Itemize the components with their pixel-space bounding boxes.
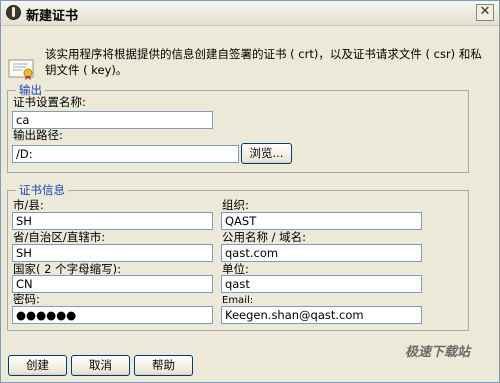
app-icon — [6, 5, 21, 20]
window-title: 新建证书 — [26, 9, 79, 24]
title-bar[interactable]: 新建证书 ✕ — [1, 1, 499, 26]
password-input[interactable] — [12, 306, 213, 324]
common-name-label: 公用名称 / 域名: — [222, 230, 307, 244]
province-input[interactable] — [12, 244, 213, 262]
intro-text: 该实用程序将根据提供的信息创建自签署的证书 ( crt)，以及证书请求文件 ( … — [45, 47, 482, 77]
cancel-button[interactable]: 取消 — [71, 355, 130, 376]
cert-name-label: 证书设置名称: — [13, 95, 86, 109]
city-label: 市/县: — [13, 198, 44, 212]
org-input[interactable] — [221, 212, 422, 230]
help-button[interactable]: 帮助 — [134, 355, 193, 376]
unit-input[interactable] — [221, 275, 422, 293]
country-input[interactable] — [12, 275, 213, 293]
certificate-icon — [8, 59, 34, 80]
password-label: 密码: — [13, 292, 40, 306]
output-path-label: 输出路径: — [13, 128, 63, 142]
cert-name-input[interactable] — [12, 111, 213, 129]
browse-button[interactable]: 浏览... — [241, 143, 292, 164]
output-path-input[interactable] — [12, 145, 239, 163]
city-input[interactable] — [12, 212, 213, 230]
close-button[interactable]: ✕ — [476, 4, 494, 21]
common-name-input[interactable] — [221, 244, 422, 262]
new-certificate-dialog: 新建证书 ✕ 该实用程序将根据提供的信息创建自签署的证书 ( crt)，以及证书… — [0, 0, 500, 383]
province-label: 省/自治区/直辖市: — [13, 230, 106, 244]
org-label: 组织: — [222, 198, 249, 212]
watermark: 极速下载站 — [405, 345, 471, 360]
cert-info-legend: 证书信息 — [16, 184, 68, 197]
create-button[interactable]: 创建 — [8, 355, 67, 376]
email-input[interactable] — [221, 306, 422, 324]
